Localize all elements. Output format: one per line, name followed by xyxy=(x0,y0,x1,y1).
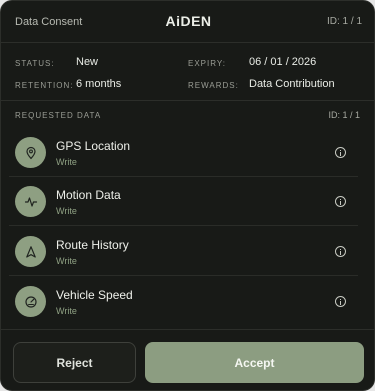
route-arrow-icon xyxy=(15,236,46,267)
accept-button[interactable]: Accept xyxy=(145,342,364,383)
data-item-name: GPS Location xyxy=(56,139,131,153)
data-item-permission: Write xyxy=(56,306,77,316)
action-footer: Reject Accept xyxy=(1,329,374,390)
header: Data Consent AiDEN ID: 1 / 1 xyxy=(1,1,374,43)
expiry-key: EXPIRY: xyxy=(188,59,226,68)
requested-data-heading: REQUESTED DATA xyxy=(15,111,102,120)
location-pin-icon xyxy=(15,137,46,168)
retention-key: RETENTION: xyxy=(15,81,74,90)
header-id: ID: 1 / 1 xyxy=(326,16,362,27)
data-item-name: Motion Data xyxy=(56,188,121,202)
rewards-key: REWARDS: xyxy=(188,81,239,90)
consent-card: Data Consent AiDEN ID: 1 / 1 STATUS: New… xyxy=(0,0,375,391)
status-key: STATUS: xyxy=(15,59,55,68)
speedometer-icon xyxy=(15,286,46,317)
data-item-permission: Write xyxy=(56,206,77,216)
data-item-name: Route History xyxy=(56,238,129,252)
data-item-gps-location[interactable]: GPS Location Write xyxy=(9,128,358,177)
activity-icon xyxy=(15,186,46,217)
data-item-motion-data[interactable]: Motion Data Write xyxy=(9,177,358,226)
consent-info: STATUS: New RETENTION: 6 months EXPIRY: … xyxy=(1,44,374,101)
requested-data-id: ID: 1 / 1 xyxy=(328,110,360,120)
status-value: New xyxy=(76,56,99,68)
reject-button[interactable]: Reject xyxy=(13,342,136,383)
rewards-value: Data Contribution xyxy=(249,78,335,90)
app-title: AiDEN xyxy=(165,13,212,29)
data-item-vehicle-speed[interactable]: Vehicle Speed Write xyxy=(9,277,358,326)
info-icon[interactable] xyxy=(335,246,346,257)
data-item-route-history[interactable]: Route History Write xyxy=(9,227,358,276)
data-item-name: Vehicle Speed xyxy=(56,288,133,302)
retention-value: 6 months xyxy=(76,78,122,90)
data-item-permission: Write xyxy=(56,157,77,167)
expiry-value: 06 / 01 / 2026 xyxy=(249,56,317,68)
data-item-permission: Write xyxy=(56,256,77,266)
info-icon[interactable] xyxy=(335,196,346,207)
info-icon[interactable] xyxy=(335,296,346,307)
info-icon[interactable] xyxy=(335,147,346,158)
